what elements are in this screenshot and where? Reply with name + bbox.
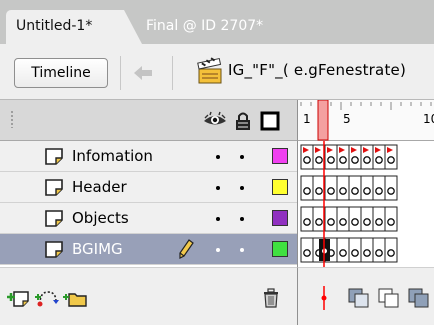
frame-ruler-ticks (300, 99, 432, 141)
layer-name[interactable]: BGIMG (72, 240, 123, 258)
ruler-tick-label: 5 (343, 112, 351, 126)
ruler-tick-label: 10 (423, 112, 434, 126)
keyframe[interactable] (327, 187, 335, 195)
trash-icon[interactable] (262, 288, 280, 308)
keyframe[interactable] (303, 218, 311, 226)
keyframe[interactable] (303, 156, 311, 164)
onion-skin-icon[interactable] (348, 288, 370, 308)
toolbar-separator (120, 56, 121, 90)
layer-list: Infomation Header Objects BGIMG (0, 141, 297, 267)
timeline-button-label: Timeline (31, 65, 91, 81)
keyframe[interactable] (387, 187, 395, 195)
lock-icon[interactable] (234, 111, 252, 131)
frame-row[interactable] (300, 144, 398, 170)
frame-cells (300, 141, 398, 267)
keyframe[interactable] (303, 249, 311, 257)
keyframe[interactable] (375, 249, 383, 257)
keyframe[interactable] (351, 218, 359, 226)
frames-footer-toolbar (297, 267, 434, 325)
ruler-tick-label: 1 (303, 112, 311, 126)
timeline-toolbar: Timeline IG_"F"_( e.gFenestrate) (0, 44, 434, 100)
layer-row[interactable]: Header (0, 172, 297, 203)
keyframe[interactable] (363, 156, 371, 164)
add-motion-guide-icon[interactable] (34, 288, 60, 308)
document-tab-strip: Untitled-1* Final @ ID 2707* (0, 0, 434, 44)
frame-row[interactable] (300, 175, 398, 201)
layer-row[interactable]: Infomation (0, 141, 297, 172)
keyframe[interactable] (351, 156, 359, 164)
center-frame-icon[interactable] (316, 286, 332, 310)
onion-skin-outline-icon[interactable] (378, 288, 400, 308)
new-folder-icon[interactable] (62, 288, 88, 308)
keyframe[interactable] (351, 187, 359, 195)
keyframe[interactable] (375, 156, 383, 164)
clapperboard-icon (197, 57, 222, 84)
keyframe[interactable] (351, 249, 359, 257)
visibility-dot[interactable] (216, 186, 220, 190)
lock-dot[interactable] (240, 248, 244, 252)
frame-row[interactable] (300, 237, 398, 263)
layer-row[interactable]: Objects (0, 203, 297, 234)
timeline-button[interactable]: Timeline (14, 58, 108, 88)
lock-dot[interactable] (240, 217, 244, 221)
keyframe[interactable] (327, 156, 335, 164)
layer-page-icon (45, 148, 63, 165)
keyframe[interactable] (303, 187, 311, 195)
keyframe[interactable] (315, 156, 323, 164)
lock-dot[interactable] (240, 186, 244, 190)
layer-footer-toolbar (0, 267, 297, 325)
keyframe[interactable] (375, 187, 383, 195)
pencil-icon (179, 239, 194, 259)
visibility-dot[interactable] (216, 248, 220, 252)
layer-name[interactable]: Header (72, 178, 127, 196)
keyframe[interactable] (363, 249, 371, 257)
layer-page-icon (45, 179, 63, 196)
document-tab-label: Untitled-1* (16, 18, 93, 34)
frame-ruler[interactable]: 1 5 10 (297, 99, 434, 141)
keyframe[interactable] (339, 218, 347, 226)
keyframe[interactable] (315, 218, 323, 226)
layer-outline-color-swatch[interactable] (272, 148, 288, 164)
document-tab-untitled[interactable]: Untitled-1* (6, 10, 142, 44)
toolbar-separator (172, 56, 173, 90)
keyframe[interactable] (387, 249, 395, 257)
scene-label[interactable]: IG_"F"_( e.gFenestrate) (228, 61, 406, 79)
eye-icon[interactable] (202, 111, 228, 129)
keyframe[interactable] (387, 218, 395, 226)
left-arrow-icon[interactable] (130, 60, 156, 86)
keyframe[interactable] (375, 218, 383, 226)
keyframe[interactable] (387, 156, 395, 164)
visibility-dot[interactable] (216, 217, 220, 221)
new-layer-icon[interactable] (6, 288, 32, 308)
layer-outline-color-swatch[interactable] (272, 210, 288, 226)
layer-row-selected[interactable]: BGIMG (0, 234, 297, 265)
layer-outline-color-swatch[interactable] (272, 241, 288, 257)
keyframe[interactable] (315, 187, 323, 195)
keyframe[interactable] (327, 218, 335, 226)
layer-page-icon (45, 210, 63, 227)
playhead-marker[interactable] (317, 99, 329, 141)
keyframe[interactable] (339, 156, 347, 164)
drag-grip-icon[interactable] (10, 110, 14, 128)
document-tab-final[interactable]: Final @ ID 2707* (136, 10, 296, 44)
keyframe[interactable] (363, 218, 371, 226)
layer-outline-color-swatch[interactable] (272, 179, 288, 195)
layer-page-icon (45, 241, 63, 258)
document-tab-label: Final @ ID 2707* (146, 18, 264, 34)
frame-grid[interactable] (297, 141, 434, 267)
layer-panel-header (0, 100, 297, 141)
frame-row[interactable] (300, 206, 398, 232)
keyframe[interactable] (339, 249, 347, 257)
visibility-dot[interactable] (216, 155, 220, 159)
layer-name[interactable]: Objects (72, 209, 129, 227)
edit-multiple-frames-icon[interactable] (408, 288, 430, 308)
lock-dot[interactable] (240, 155, 244, 159)
keyframe[interactable] (339, 187, 347, 195)
layer-name[interactable]: Infomation (72, 147, 153, 165)
outline-square-icon[interactable] (260, 111, 280, 131)
keyframe[interactable] (363, 187, 371, 195)
